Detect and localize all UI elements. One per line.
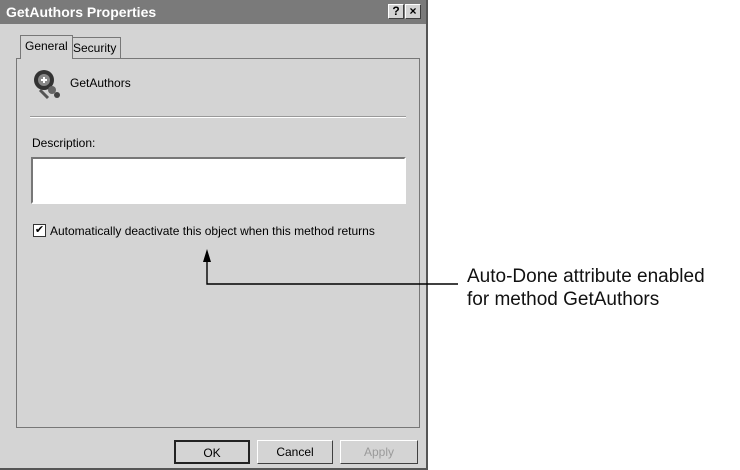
- tab-general-label: General: [25, 39, 68, 53]
- callout-text: Auto-Done attribute enabled for method G…: [467, 265, 705, 311]
- callout-line-2: for method GetAuthors: [467, 289, 660, 310]
- tab-general[interactable]: General: [20, 35, 73, 59]
- callout-line-1: Auto-Done attribute enabled: [467, 266, 705, 287]
- callout-arrow: [203, 249, 458, 285]
